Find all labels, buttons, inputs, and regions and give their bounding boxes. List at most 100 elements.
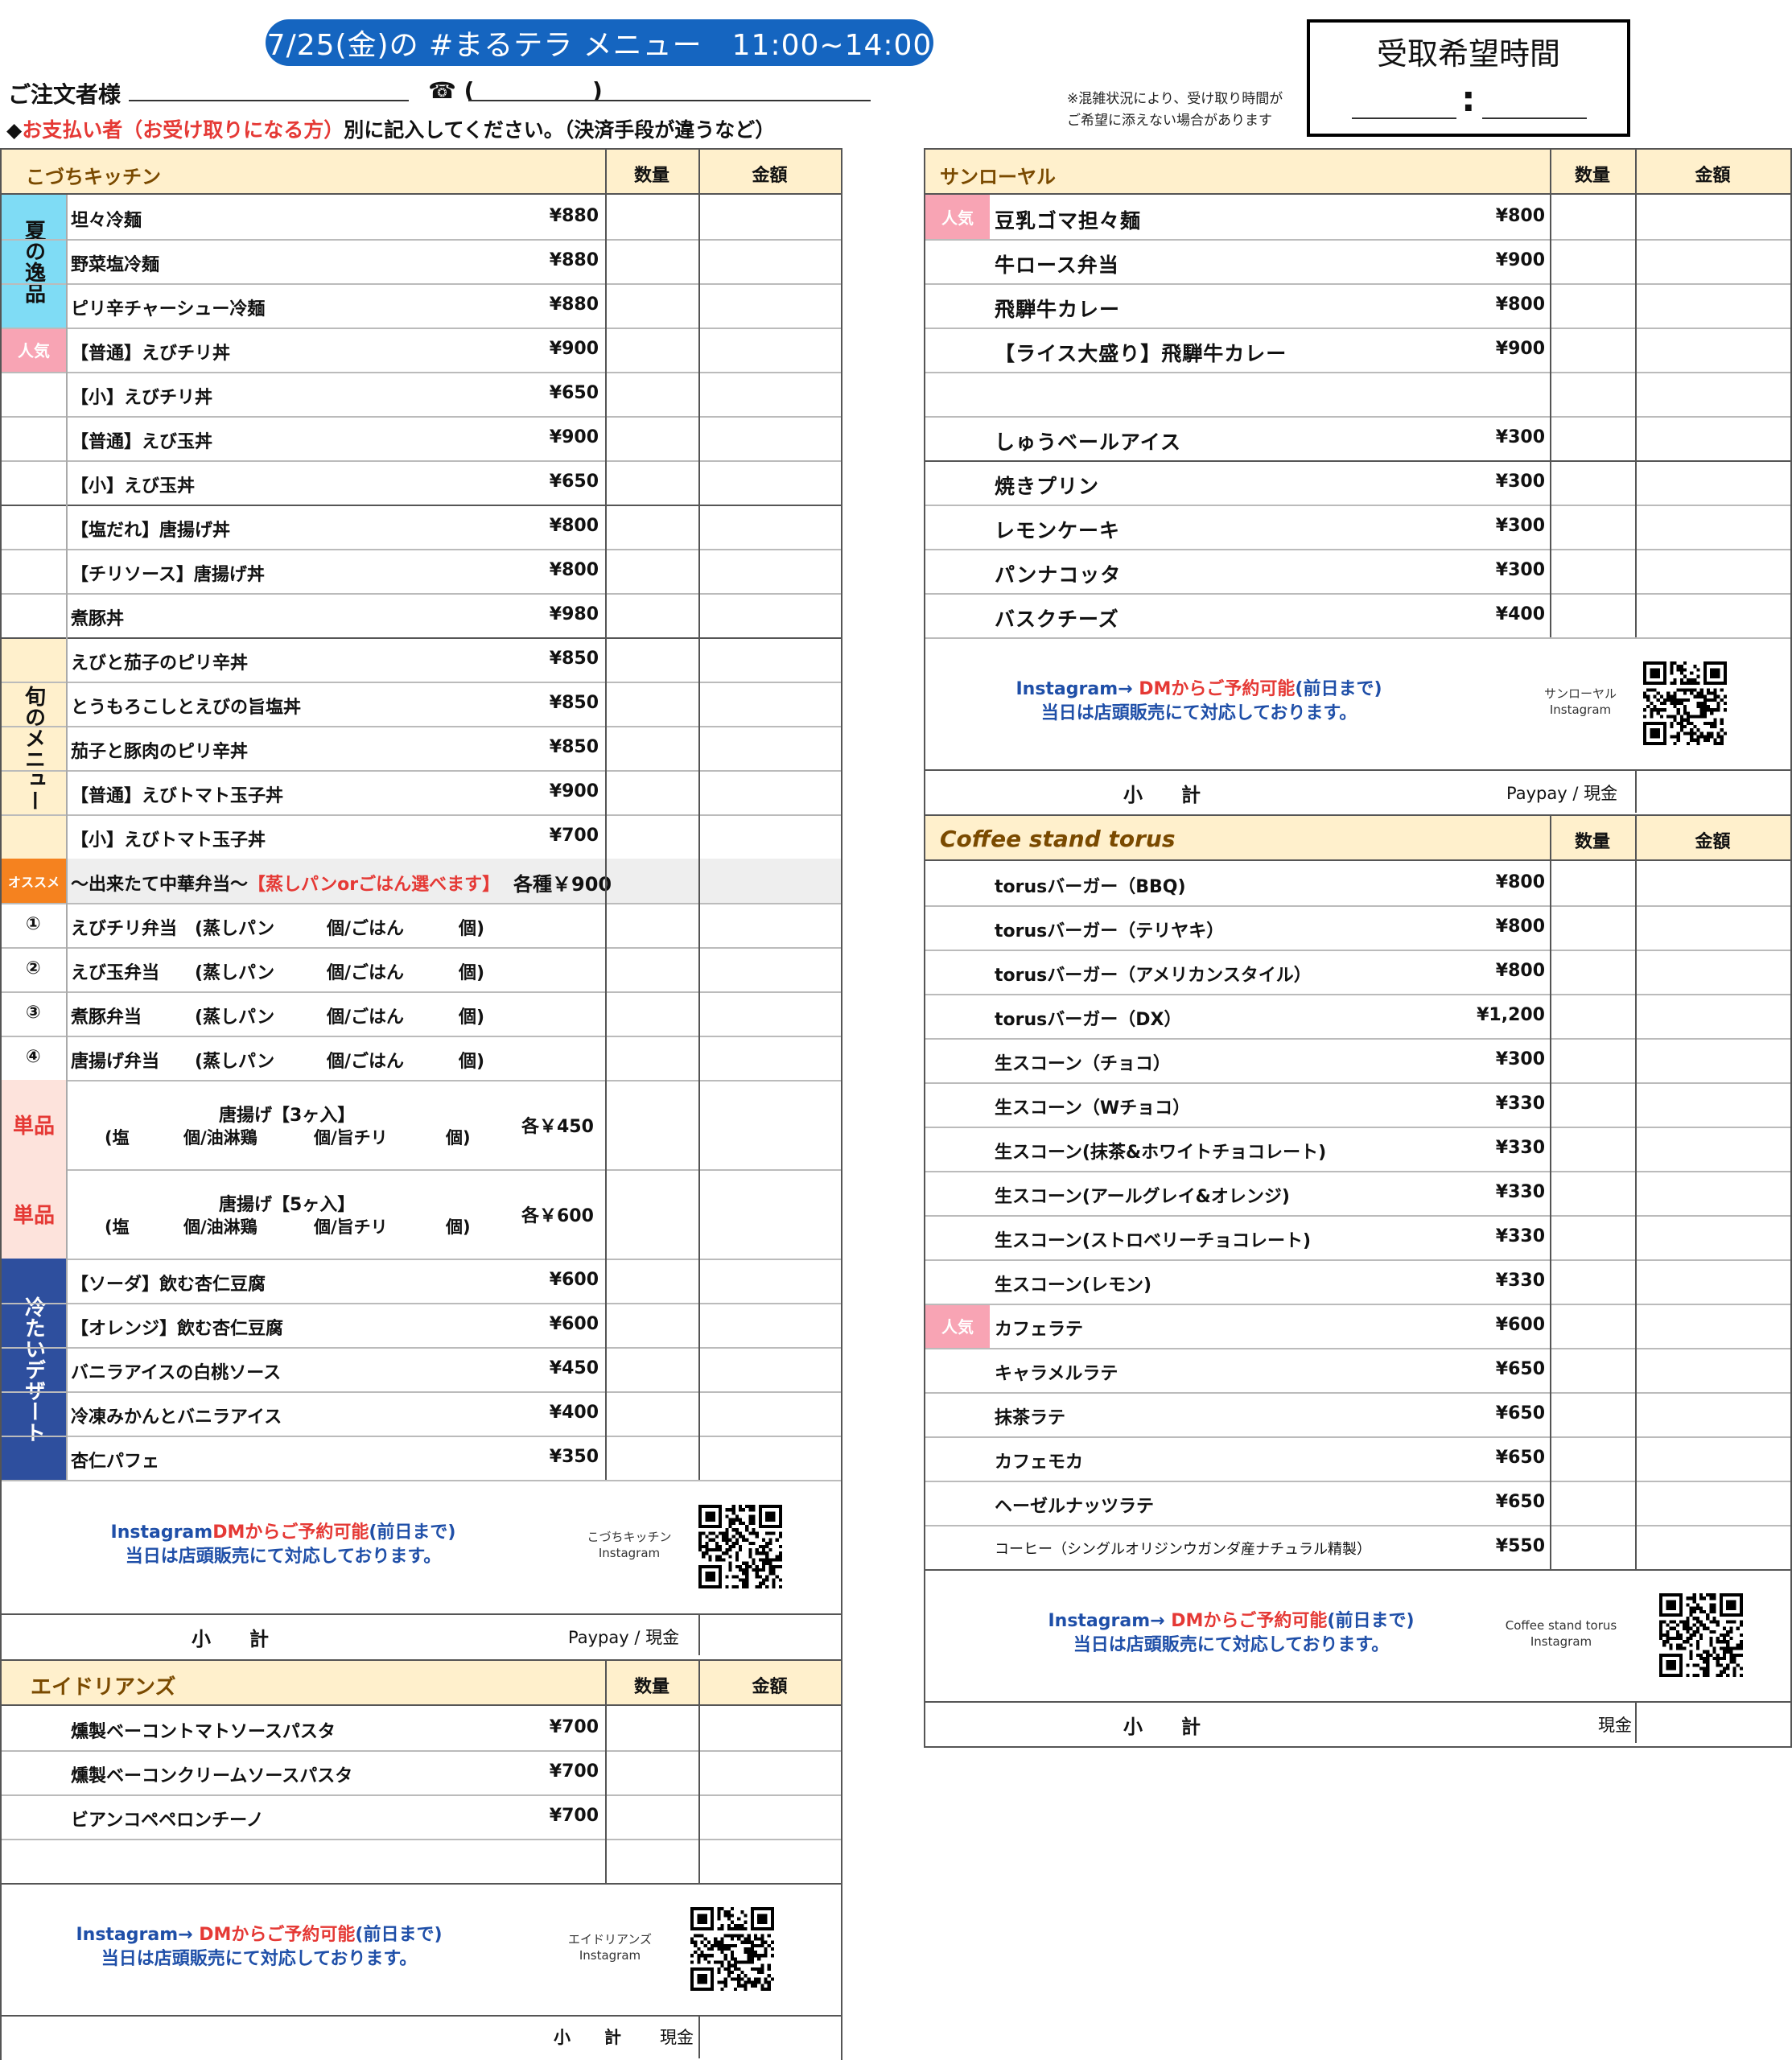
amount-input-cell[interactable] (1637, 1040, 1786, 1081)
qty-input-cell[interactable] (607, 241, 697, 282)
amount-input-cell[interactable] (700, 506, 837, 547)
amount-input-cell[interactable] (700, 772, 837, 813)
qty-input-cell[interactable] (607, 1037, 697, 1078)
qty-input-cell[interactable] (1551, 1128, 1633, 1169)
amount-input-cell[interactable] (1637, 863, 1786, 904)
amount-input-cell[interactable] (700, 418, 837, 459)
amount-input-cell[interactable] (1637, 550, 1786, 591)
amount-input-cell[interactable] (700, 1037, 837, 1078)
amount-input-cell[interactable] (1637, 1305, 1786, 1346)
qty-input-cell[interactable] (1551, 1526, 1633, 1568)
amount-input-cell[interactable] (1637, 1394, 1786, 1435)
amount-input-cell[interactable] (1637, 1217, 1786, 1258)
qty-input-cell[interactable] (1551, 373, 1633, 414)
qty-input-cell[interactable] (1551, 1349, 1633, 1390)
qty-input-cell[interactable] (607, 1840, 697, 1881)
qty-input-cell[interactable] (1551, 951, 1633, 992)
qty-input-cell[interactable] (607, 1708, 697, 1749)
qty-input-cell[interactable] (607, 1260, 697, 1301)
amount-input-cell[interactable] (700, 993, 837, 1034)
qty-input-cell[interactable] (1551, 1084, 1633, 1125)
qty-input-cell[interactable] (607, 595, 697, 636)
amount-input-cell[interactable] (1637, 1261, 1786, 1302)
amount-input-cell[interactable] (700, 1349, 837, 1390)
qty-input-cell[interactable] (607, 329, 697, 370)
qty-input-cell[interactable] (607, 816, 697, 857)
amount-input-cell[interactable] (1637, 285, 1786, 326)
amount-input-cell[interactable] (700, 1796, 837, 1837)
qty-input-cell[interactable] (607, 949, 697, 990)
amount-input-cell[interactable] (700, 1304, 837, 1345)
kochi-subtotal-input[interactable] (700, 1615, 837, 1654)
qty-input-cell[interactable] (1551, 1482, 1633, 1523)
amount-input-cell[interactable] (700, 1437, 837, 1478)
qty-input-cell[interactable] (607, 639, 697, 680)
amount-input-cell[interactable] (1637, 1084, 1786, 1125)
qty-input-cell[interactable] (607, 1171, 697, 1257)
orderer-name-field[interactable] (129, 100, 409, 101)
amount-input-cell[interactable] (1637, 506, 1786, 547)
amount-input-cell[interactable] (1637, 196, 1786, 237)
amount-input-cell[interactable] (700, 683, 837, 724)
amount-input-cell[interactable] (700, 285, 837, 326)
qty-input-cell[interactable] (607, 993, 697, 1034)
amount-input-cell[interactable] (1637, 418, 1786, 459)
qty-input-cell[interactable] (607, 418, 697, 459)
amount-input-cell[interactable] (1637, 907, 1786, 948)
amount-input-cell[interactable] (1637, 951, 1786, 992)
qty-input-cell[interactable] (607, 285, 697, 326)
amount-input-cell[interactable] (700, 1840, 837, 1881)
amount-input-cell[interactable] (1637, 1526, 1786, 1568)
torus-subtotal-input[interactable] (1637, 1703, 1786, 1741)
amount-input-cell[interactable] (700, 1260, 837, 1301)
amount-input-cell[interactable] (1637, 373, 1786, 414)
qty-input-cell[interactable] (1551, 1217, 1633, 1258)
qty-input-cell[interactable] (607, 462, 697, 503)
qty-input-cell[interactable] (607, 1349, 697, 1390)
amount-input-cell[interactable] (1637, 1482, 1786, 1523)
qty-input-cell[interactable] (607, 373, 697, 414)
qty-input-cell[interactable] (607, 550, 697, 591)
qty-input-cell[interactable] (607, 1796, 697, 1837)
amount-input-cell[interactable] (700, 1708, 837, 1749)
amount-input-cell[interactable] (700, 550, 837, 591)
qty-input-cell[interactable] (607, 683, 697, 724)
amount-input-cell[interactable] (700, 1752, 837, 1793)
amount-input-cell[interactable] (700, 639, 837, 680)
qty-input-cell[interactable] (1551, 1305, 1633, 1346)
amount-input-cell[interactable] (700, 329, 837, 370)
amount-input-cell[interactable] (700, 904, 837, 946)
amount-input-cell[interactable] (700, 462, 837, 503)
qty-input-cell[interactable] (1551, 506, 1633, 547)
qty-input-cell[interactable] (607, 1752, 697, 1793)
qty-input-cell[interactable] (1551, 462, 1633, 503)
sanroyal-subtotal-input[interactable] (1637, 771, 1786, 810)
pickup-minute-field[interactable] (1482, 117, 1587, 119)
qty-input-cell[interactable] (1551, 863, 1633, 904)
amount-input-cell[interactable] (700, 727, 837, 768)
qty-input-cell[interactable] (1551, 550, 1633, 591)
qty-input-cell[interactable] (607, 1304, 697, 1345)
qty-input-cell[interactable] (1551, 241, 1633, 282)
amount-input-cell[interactable] (700, 1393, 837, 1434)
amount-input-cell[interactable] (1637, 241, 1786, 282)
amount-input-cell[interactable] (1637, 1438, 1786, 1479)
qty-input-cell[interactable] (607, 1437, 697, 1478)
amount-input-cell[interactable] (700, 196, 837, 237)
qty-input-cell[interactable] (1551, 196, 1633, 237)
aidrians-subtotal-input[interactable] (700, 2017, 837, 2055)
qty-input-cell[interactable] (1551, 1438, 1633, 1479)
amount-input-cell[interactable] (1637, 1349, 1786, 1390)
qty-input-cell[interactable] (1551, 329, 1633, 370)
qty-input-cell[interactable] (1551, 418, 1633, 459)
qty-input-cell[interactable] (1551, 1172, 1633, 1213)
amount-input-cell[interactable] (700, 373, 837, 414)
qty-input-cell[interactable] (607, 1082, 697, 1168)
phone-field[interactable] (468, 100, 871, 101)
qty-input-cell[interactable] (607, 772, 697, 813)
qty-input-cell[interactable] (1551, 595, 1633, 636)
qty-input-cell[interactable] (1551, 1261, 1633, 1302)
amount-input-cell[interactable] (700, 949, 837, 990)
qty-input-cell[interactable] (607, 196, 697, 237)
amount-input-cell[interactable] (700, 241, 837, 282)
